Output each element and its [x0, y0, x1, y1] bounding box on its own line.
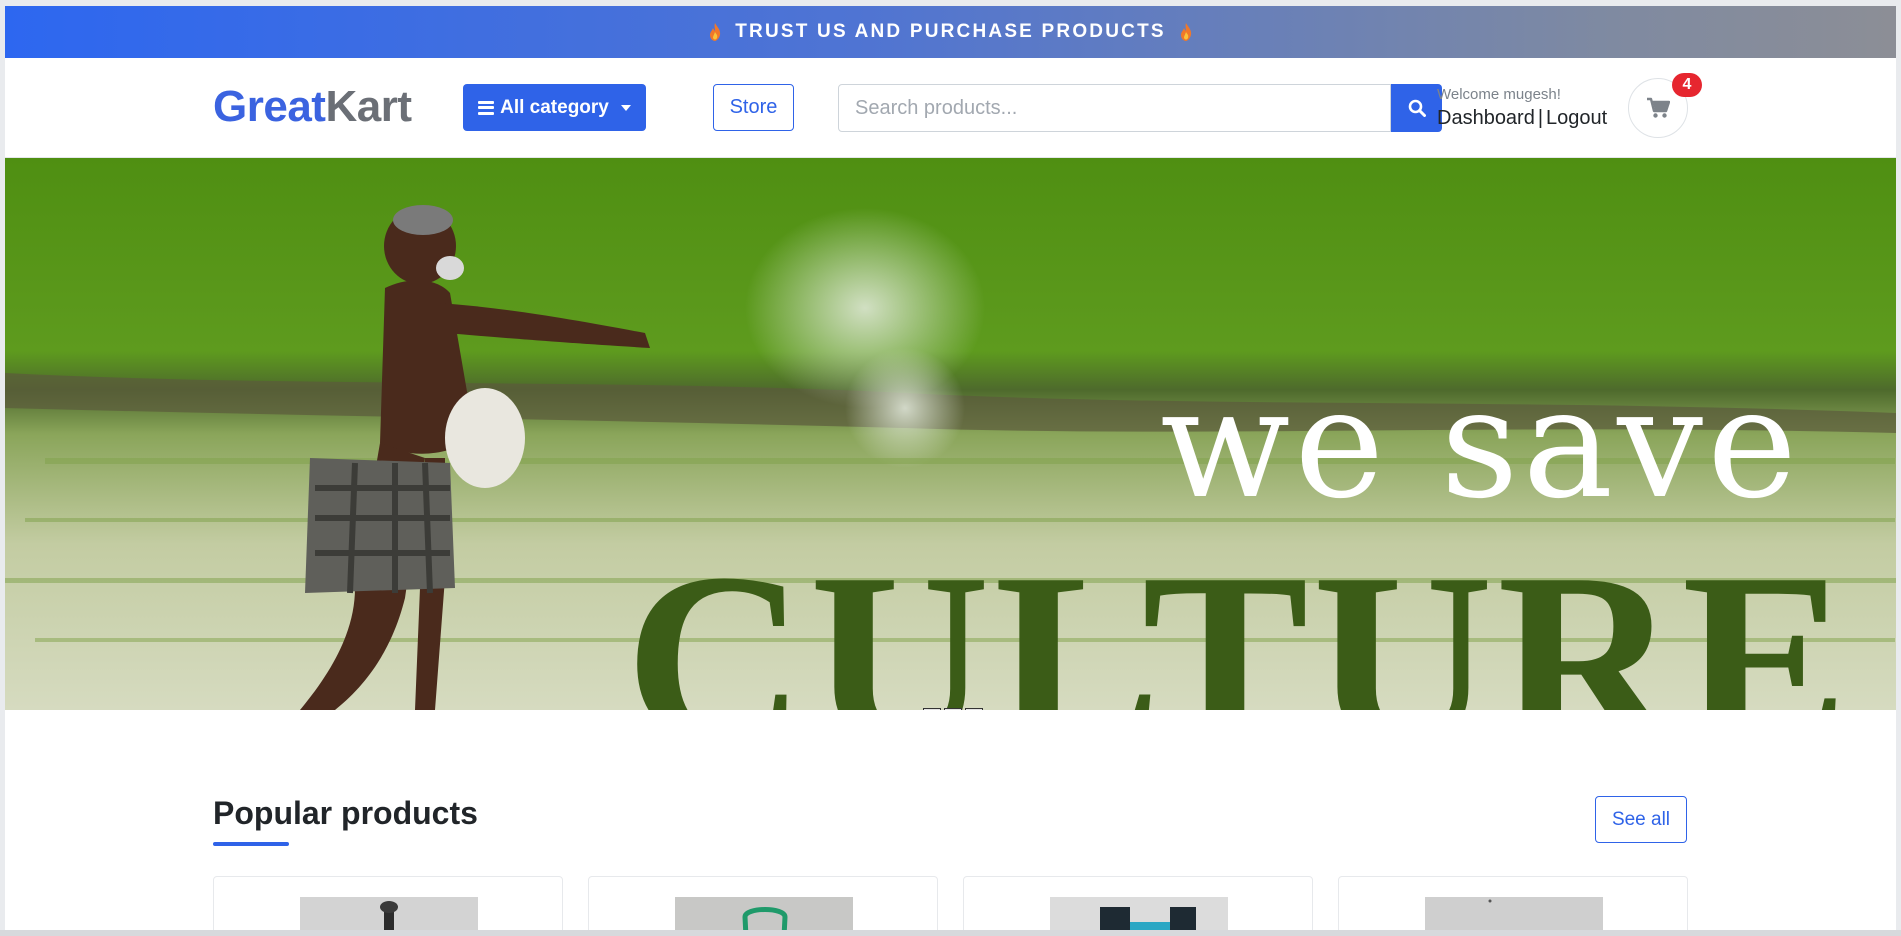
link-separator: | [1537, 107, 1544, 129]
browser-viewport: TRUST US AND PURCHASE PRODUCTS GreatKart… [5, 6, 1896, 930]
welcome-text: Welcome mugesh! [1437, 86, 1561, 103]
search-button[interactable] [1391, 84, 1442, 132]
section-title-underline [213, 842, 289, 846]
carousel-indicators[interactable] [923, 708, 983, 710]
cart-count-badge: 4 [1672, 73, 1702, 97]
carousel-indicator[interactable] [965, 708, 983, 710]
hero-banner[interactable]: we save CULTURE [5, 158, 1896, 710]
logo[interactable]: GreatKart [213, 82, 412, 132]
product-card[interactable] [1338, 876, 1688, 930]
all-category-button[interactable]: All category [463, 84, 646, 131]
logout-link[interactable]: Logout [1546, 107, 1607, 129]
cart-icon [1647, 97, 1670, 118]
all-category-label: All category [500, 96, 609, 118]
user-links: Dashboard | Logout [1437, 107, 1607, 130]
logo-part-kart: Kart [325, 82, 412, 131]
see-all-button[interactable]: See all [1595, 796, 1687, 843]
product-card[interactable] [963, 876, 1313, 930]
product-image [1050, 897, 1228, 930]
site-header: GreatKart All category Store Welcome mug… [5, 58, 1896, 158]
carousel-indicator[interactable] [923, 708, 941, 710]
product-image [675, 897, 853, 930]
dashboard-link[interactable]: Dashboard [1437, 107, 1535, 129]
hero-headline-bottom: CULTURE [625, 522, 1853, 711]
product-card[interactable] [588, 876, 938, 930]
search-input[interactable] [838, 84, 1391, 132]
store-button[interactable]: Store [713, 84, 794, 131]
section-title: Popular products [213, 795, 478, 831]
product-card[interactable] [213, 876, 563, 930]
carousel-indicator[interactable] [944, 708, 962, 710]
search-icon [1408, 99, 1426, 117]
user-menu: Welcome mugesh! Dashboard | Logout [1437, 86, 1607, 130]
promo-bar: TRUST US AND PURCHASE PRODUCTS [5, 6, 1896, 58]
horizontal-scrollbar[interactable] [0, 930, 1901, 936]
product-image [1425, 897, 1603, 930]
hamburger-icon [478, 100, 495, 115]
search-form [838, 84, 1442, 132]
flame-icon [710, 23, 721, 41]
flame-icon [1180, 23, 1191, 41]
chevron-down-icon [620, 104, 631, 111]
product-image [300, 897, 478, 930]
logo-part-great: Great [213, 82, 326, 131]
promo-text: TRUST US AND PURCHASE PRODUCTS [735, 21, 1166, 42]
hero-headline-top: we save [1160, 355, 1801, 532]
product-grid [213, 876, 1688, 930]
